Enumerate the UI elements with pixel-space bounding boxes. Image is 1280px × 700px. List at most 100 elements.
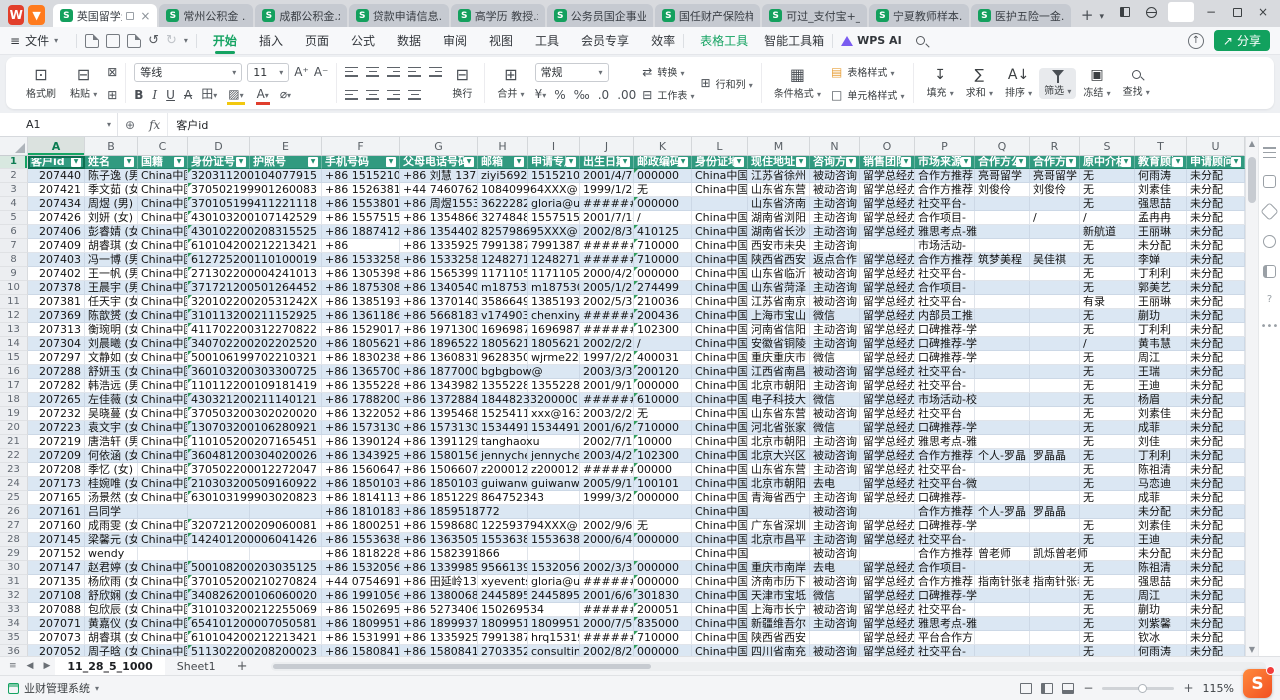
cell[interactable]: 杨眉	[1135, 393, 1187, 407]
docer-icon[interactable]: ▼	[28, 5, 44, 25]
cell[interactable]: China中国	[138, 449, 188, 463]
cell[interactable]: +86 1851229020	[400, 491, 478, 505]
cell[interactable]: 无	[1080, 561, 1135, 575]
column-letter-E[interactable]: E	[250, 137, 322, 156]
cell[interactable]: 新疆维吾尔	[748, 617, 810, 631]
cell[interactable]	[1030, 435, 1080, 449]
cell[interactable]: 207421	[28, 183, 85, 197]
cell[interactable]: China中国	[692, 337, 748, 351]
cell[interactable]: 未分配	[1187, 337, 1245, 351]
more-tools-icon[interactable]: •••	[1261, 322, 1279, 332]
cell[interactable]: +86 15320563	[322, 561, 400, 575]
cell[interactable]: 留学总经办	[860, 197, 915, 211]
cell[interactable]: 155363896	[478, 533, 528, 547]
cell[interactable]: +86 1335925706	[400, 631, 478, 645]
cell[interactable]: ########	[580, 575, 634, 589]
row-number[interactable]: 12	[0, 309, 28, 323]
cell[interactable]: 未分配	[1187, 351, 1245, 365]
cell[interactable]: 雅思考点-雅	[915, 435, 975, 449]
spreadsheet-grid[interactable]: 1客户id▼姓名▼国籍▼身份证号▼护照号▼手机号码▼父母电话号码▼邮箱▼申请专用…	[0, 156, 1245, 656]
row-number[interactable]: 1	[0, 156, 28, 169]
cell[interactable]	[188, 547, 250, 561]
cell[interactable]: 180995191	[478, 617, 528, 631]
cell[interactable]: China中国	[138, 519, 188, 533]
cell[interactable]	[1030, 225, 1080, 239]
cell[interactable]: 无	[1080, 183, 1135, 197]
column-header[interactable]: 申请专用▼	[528, 156, 580, 169]
cell[interactable]: 合作方推荐	[915, 547, 975, 561]
cell[interactable]	[1030, 365, 1080, 379]
cell[interactable]: 重庆市南岸	[748, 561, 810, 575]
wps-s-floating-logo[interactable]: S	[1243, 669, 1272, 698]
cell[interactable]: +86 18056219	[322, 337, 400, 351]
cell[interactable]: 罗晶晶	[1030, 505, 1080, 519]
cell[interactable]: China中国	[692, 281, 748, 295]
cell[interactable]: 季忆 (女)	[85, 463, 138, 477]
cell[interactable]: 327484864	[478, 211, 528, 225]
row-number[interactable]: 6	[0, 225, 28, 239]
cell[interactable]	[528, 505, 580, 519]
cell[interactable]	[1030, 631, 1080, 645]
cell[interactable]: 西安市未央	[748, 239, 810, 253]
cell[interactable]: 包欣辰 (女	[85, 603, 138, 617]
cell[interactable]: 孟冉冉	[1135, 211, 1187, 225]
cell[interactable]: 150269534	[478, 603, 528, 617]
cell[interactable]: 社交平台-	[915, 645, 975, 656]
cell[interactable]: 430103200107142529	[188, 211, 250, 225]
cell[interactable]: +86 13552283	[322, 379, 400, 393]
cell[interactable]: ########	[580, 323, 634, 337]
align-center-icon[interactable]	[366, 90, 379, 100]
cell[interactable]: 合作方推荐	[915, 505, 975, 519]
column-header[interactable]: 姓名▼	[85, 156, 138, 169]
cell[interactable]: 310103200212255069	[188, 603, 250, 617]
menu-item-工具[interactable]: 工具	[535, 27, 559, 54]
cell[interactable]: 丁利利	[1135, 267, 1187, 281]
cell[interactable]: 无	[1080, 323, 1135, 337]
column-letter-G[interactable]: G	[400, 137, 478, 156]
redo-icon[interactable]: ↻	[166, 33, 177, 48]
wrap-text-button[interactable]: ⊟ 换行	[448, 67, 476, 100]
cell[interactable]: China中国	[692, 309, 748, 323]
cell[interactable]: guiwanwei	[528, 477, 580, 491]
cell[interactable]: 留学总经办	[860, 519, 915, 533]
cell[interactable]: 雅思考点-雅	[915, 617, 975, 631]
cell[interactable]: 江苏省徐州	[748, 169, 810, 183]
indent-increase-icon[interactable]	[429, 67, 442, 77]
cell[interactable]	[1030, 463, 1080, 477]
cell[interactable]: China中国	[138, 603, 188, 617]
cell[interactable]: 207147	[28, 561, 85, 575]
cell[interactable]: +86 1391129694	[400, 435, 478, 449]
cell[interactable]: ########	[580, 309, 634, 323]
cell[interactable]: 留学总经办	[860, 379, 915, 393]
cell[interactable]: 衡琬明 (女	[85, 323, 138, 337]
increase-font-icon[interactable]: A⁺	[294, 65, 309, 79]
cell[interactable]: 主动咨询	[810, 337, 860, 351]
cell[interactable]: 湖南省浏阳	[748, 211, 810, 225]
cell[interactable]: 丁利利	[1135, 323, 1187, 337]
column-header[interactable]: 合作方名称▼	[1030, 156, 1080, 169]
filter-dropdown-icon[interactable]: ▼	[1066, 157, 1076, 167]
row-number[interactable]: 13	[0, 323, 28, 337]
cell[interactable]: 被动咨询	[810, 169, 860, 183]
copy-icon[interactable]: ⊞	[107, 88, 117, 102]
cell[interactable]: 207161	[28, 505, 85, 519]
cell[interactable]: China中国	[692, 603, 748, 617]
cell[interactable]: 成菲	[1135, 491, 1187, 505]
cell[interactable]: 124827175	[478, 253, 528, 267]
cell[interactable]: 留学总经办	[860, 365, 915, 379]
column-header[interactable]: 邮箱▼	[478, 156, 528, 169]
cell[interactable]: 北京大兴区	[748, 449, 810, 463]
statusbar-app-label[interactable]: 业财管理系统	[24, 680, 90, 696]
row-number[interactable]: 36	[0, 645, 28, 656]
cell[interactable]: 被动咨询	[810, 449, 860, 463]
cell[interactable]: 654101200007050581	[188, 617, 250, 631]
cell[interactable]: 市场活动-	[915, 239, 975, 253]
cell[interactable]: +86 13611860	[322, 309, 400, 323]
cell[interactable]: +86 15026953	[322, 603, 400, 617]
cell[interactable]: 未分配	[1187, 281, 1245, 295]
cell[interactable]: 未分配	[1187, 421, 1245, 435]
cell[interactable]: China中国	[692, 589, 748, 603]
cell[interactable]: 956613934	[478, 561, 528, 575]
cell[interactable]: 梁馨元 (女	[85, 533, 138, 547]
sheet-tab-Sheet1[interactable]: Sheet1	[165, 657, 228, 675]
